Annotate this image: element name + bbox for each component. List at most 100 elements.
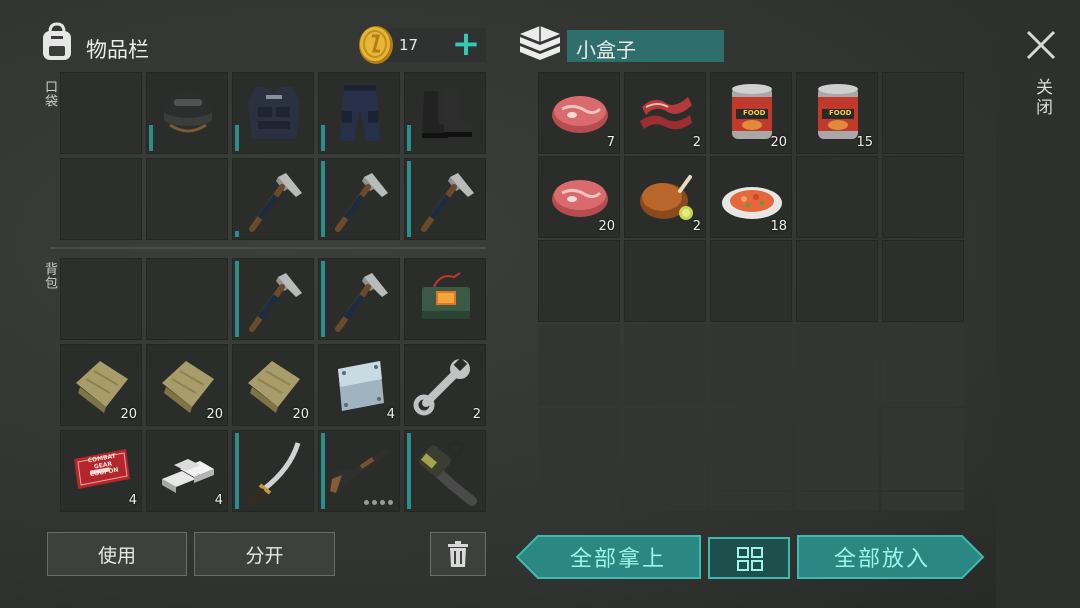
box-slot[interactable] [882,492,964,510]
box-slot[interactable] [538,324,620,406]
police-pants-icon [324,77,396,149]
ammo-dot [372,500,377,505]
trash-icon [447,540,469,568]
item-quantity: 18 [770,219,787,234]
pocket-label: 口袋 [42,80,57,108]
backpack-slot[interactable] [318,430,400,512]
box-slot[interactable]: 18 [710,156,792,238]
box-title: 小盒子 [576,38,636,62]
backpack-label: 背包 [42,262,57,290]
hatchet-icon [238,163,310,235]
pocket-slot[interactable] [60,158,142,240]
backpack-slot[interactable] [318,258,400,340]
box-slot[interactable] [882,72,964,154]
item-quantity: 2 [692,135,701,150]
box-slot[interactable] [624,324,706,406]
combat-boots-icon [410,77,482,149]
split-button[interactable]: 分开 [194,532,335,576]
inventory-title: 物品栏 [86,38,149,62]
pocket-slot[interactable] [404,158,486,240]
pocket-slot[interactable] [146,158,228,240]
backpack-slot[interactable] [232,258,314,340]
box-slot[interactable] [796,156,878,238]
backpack-slot[interactable] [146,258,228,340]
add-coins-button[interactable]: + [451,27,481,61]
backpack-slot[interactable] [232,430,314,512]
box-slot[interactable] [624,492,706,510]
item-quantity: 15 [856,135,873,150]
item-quantity: 20 [598,219,615,234]
box-slot[interactable] [882,240,964,322]
hatchet-icon [410,163,482,235]
item-quantity: 20 [120,407,137,422]
box-slot[interactable] [538,492,620,510]
police-vest-icon [238,77,310,149]
box-slot[interactable]: 2 [624,156,706,238]
box-slot[interactable] [796,408,878,490]
backpack-slot[interactable] [404,430,486,512]
close-button[interactable] [1024,28,1058,62]
box-slot[interactable] [710,492,792,510]
box-slot[interactable] [796,240,878,322]
pocket-slot[interactable] [232,72,314,154]
backpack-slot[interactable]: COMBAT GEAR COUPON 4 [60,430,142,512]
box-slot[interactable] [710,324,792,406]
ammo-indicator [364,500,393,505]
can-label: FOOD [829,109,852,117]
close-label: 关闭 [1032,78,1052,118]
item-quantity: 4 [214,493,223,508]
box-slot[interactable] [538,240,620,322]
backpack-slot[interactable]: 4 [318,344,400,426]
sort-button[interactable] [708,537,790,579]
backpack-slot[interactable]: 20 [146,344,228,426]
grid-icon [737,547,763,571]
box-slot[interactable] [796,324,878,406]
pocket-slot[interactable] [318,158,400,240]
box-slot[interactable]: 2 [624,72,706,154]
trash-button[interactable] [430,532,486,576]
box-slot[interactable] [624,240,706,322]
hatchet-icon [324,163,396,235]
box-slot[interactable] [710,408,792,490]
box-slot[interactable] [882,324,964,406]
hatchet-icon [324,263,396,335]
item-quantity: 4 [128,493,137,508]
box-slot[interactable] [796,492,878,510]
box-slot[interactable]: FOOD 15 [796,72,878,154]
item-quantity: 2 [472,407,481,422]
box-slot[interactable]: 7 [538,72,620,154]
item-quantity: 7 [606,135,615,150]
backpack-slot[interactable]: 20 [232,344,314,426]
pocket-slot[interactable] [404,72,486,154]
box-slot[interactable] [882,156,964,238]
sword-icon [238,435,310,507]
backpack-slot[interactable] [404,258,486,340]
combat-coupon-icon: COMBAT GEAR COUPON [66,435,138,507]
box-slot[interactable] [538,408,620,490]
box-slot[interactable]: FOOD 20 [710,72,792,154]
backpack-slot[interactable]: 2 [404,344,486,426]
pocket-slot[interactable] [60,72,142,154]
item-quantity: 20 [206,407,223,422]
close-icon [1024,28,1058,62]
backpack-slot[interactable]: 4 [146,430,228,512]
put-all-label: 全部放入 [833,547,930,572]
pocket-slot[interactable] [232,158,314,240]
use-button[interactable]: 使用 [47,532,187,576]
raw-steak-icon [544,77,616,149]
box-slot[interactable]: 20 [538,156,620,238]
backpack-slot[interactable] [60,258,142,340]
take-all-label: 全部拿上 [569,547,666,572]
box-slot[interactable] [882,408,964,490]
roast-chicken-icon [630,161,702,233]
box-slot[interactable] [624,408,706,490]
metal-plate-icon [324,349,396,421]
item-quantity: 2 [692,219,701,234]
ammo-dot [364,500,369,505]
pocket-slot[interactable] [146,72,228,154]
backpack-slot[interactable]: 20 [60,344,142,426]
item-quantity: 4 [386,407,395,422]
pocket-slot[interactable] [318,72,400,154]
section-divider [50,247,486,249]
box-slot[interactable] [710,240,792,322]
